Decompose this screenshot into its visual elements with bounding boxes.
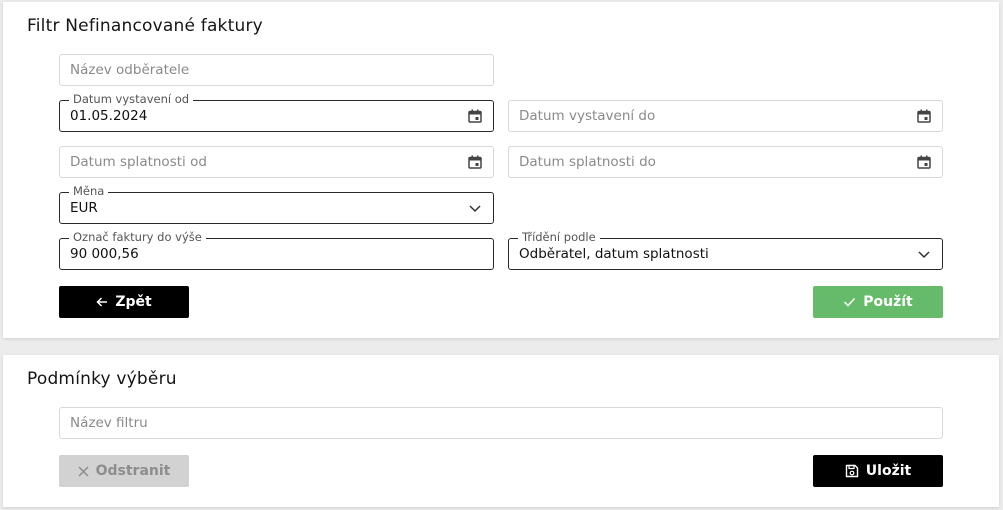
chevron-down-icon[interactable]	[917, 247, 931, 261]
sort-by-value: Odběratel, datum splatnosti	[519, 246, 709, 262]
calendar-icon[interactable]	[917, 155, 931, 169]
due-date-to-placeholder: Datum splatnosti do	[519, 154, 656, 170]
issue-date-to-placeholder: Datum vystavení do	[519, 108, 656, 124]
calendar-icon[interactable]	[917, 109, 931, 123]
floppy-disk-icon	[845, 464, 858, 478]
sort-by-select[interactable]: Třídění podle Odběratel, datum splatnost…	[508, 230, 943, 270]
back-label: Zpět	[115, 294, 152, 310]
currency-label: Měna	[69, 184, 109, 198]
conditions-title: Podmínky výběru	[27, 369, 177, 389]
filter-title: Filtr Nefinancované faktury	[27, 16, 263, 36]
close-icon	[78, 465, 89, 477]
filter-card: Filtr Nefinancované faktury Název odběra…	[3, 2, 999, 338]
amount-up-to-input[interactable]: Označ faktury do výše 90 000,56	[59, 230, 494, 270]
back-button[interactable]: Zpět	[59, 286, 189, 318]
amount-up-to-label: Označ faktury do výše	[69, 230, 206, 244]
delete-label: Odstranit	[95, 463, 171, 479]
amount-up-to-value: 90 000,56	[70, 246, 139, 262]
save-label: Uložit	[865, 463, 912, 479]
filter-name-input[interactable]: Název filtru	[59, 407, 943, 439]
issue-date-from-input[interactable]: Datum vystavení od 01.05.2024	[59, 92, 494, 132]
save-button[interactable]: Uložit	[813, 455, 943, 487]
conditions-card: Podmínky výběru Název filtru Odstranit U…	[3, 355, 999, 507]
due-date-from-input[interactable]: Datum splatnosti od	[59, 146, 494, 178]
chevron-down-icon[interactable]	[468, 201, 482, 215]
currency-select[interactable]: Měna EUR	[59, 184, 494, 224]
apply-button[interactable]: Použít	[813, 286, 943, 318]
customer-name-input[interactable]: Název odběratele	[59, 54, 494, 86]
calendar-icon[interactable]	[468, 109, 482, 123]
calendar-icon[interactable]	[468, 155, 482, 169]
due-date-from-placeholder: Datum splatnosti od	[70, 154, 207, 170]
due-date-to-input[interactable]: Datum splatnosti do	[508, 146, 943, 178]
issue-date-to-input[interactable]: Datum vystavení do	[508, 100, 943, 132]
apply-label: Použít	[863, 294, 913, 310]
sort-by-label: Třídění podle	[518, 230, 600, 244]
issue-date-from-label: Datum vystavení od	[69, 92, 194, 106]
check-icon	[844, 297, 856, 307]
filter-name-placeholder: Název filtru	[70, 415, 148, 431]
customer-name-placeholder: Název odběratele	[70, 62, 190, 78]
arrow-left-icon	[96, 297, 108, 307]
delete-button[interactable]: Odstranit	[59, 455, 189, 487]
currency-value: EUR	[70, 200, 98, 216]
issue-date-from-value: 01.05.2024	[70, 108, 148, 124]
